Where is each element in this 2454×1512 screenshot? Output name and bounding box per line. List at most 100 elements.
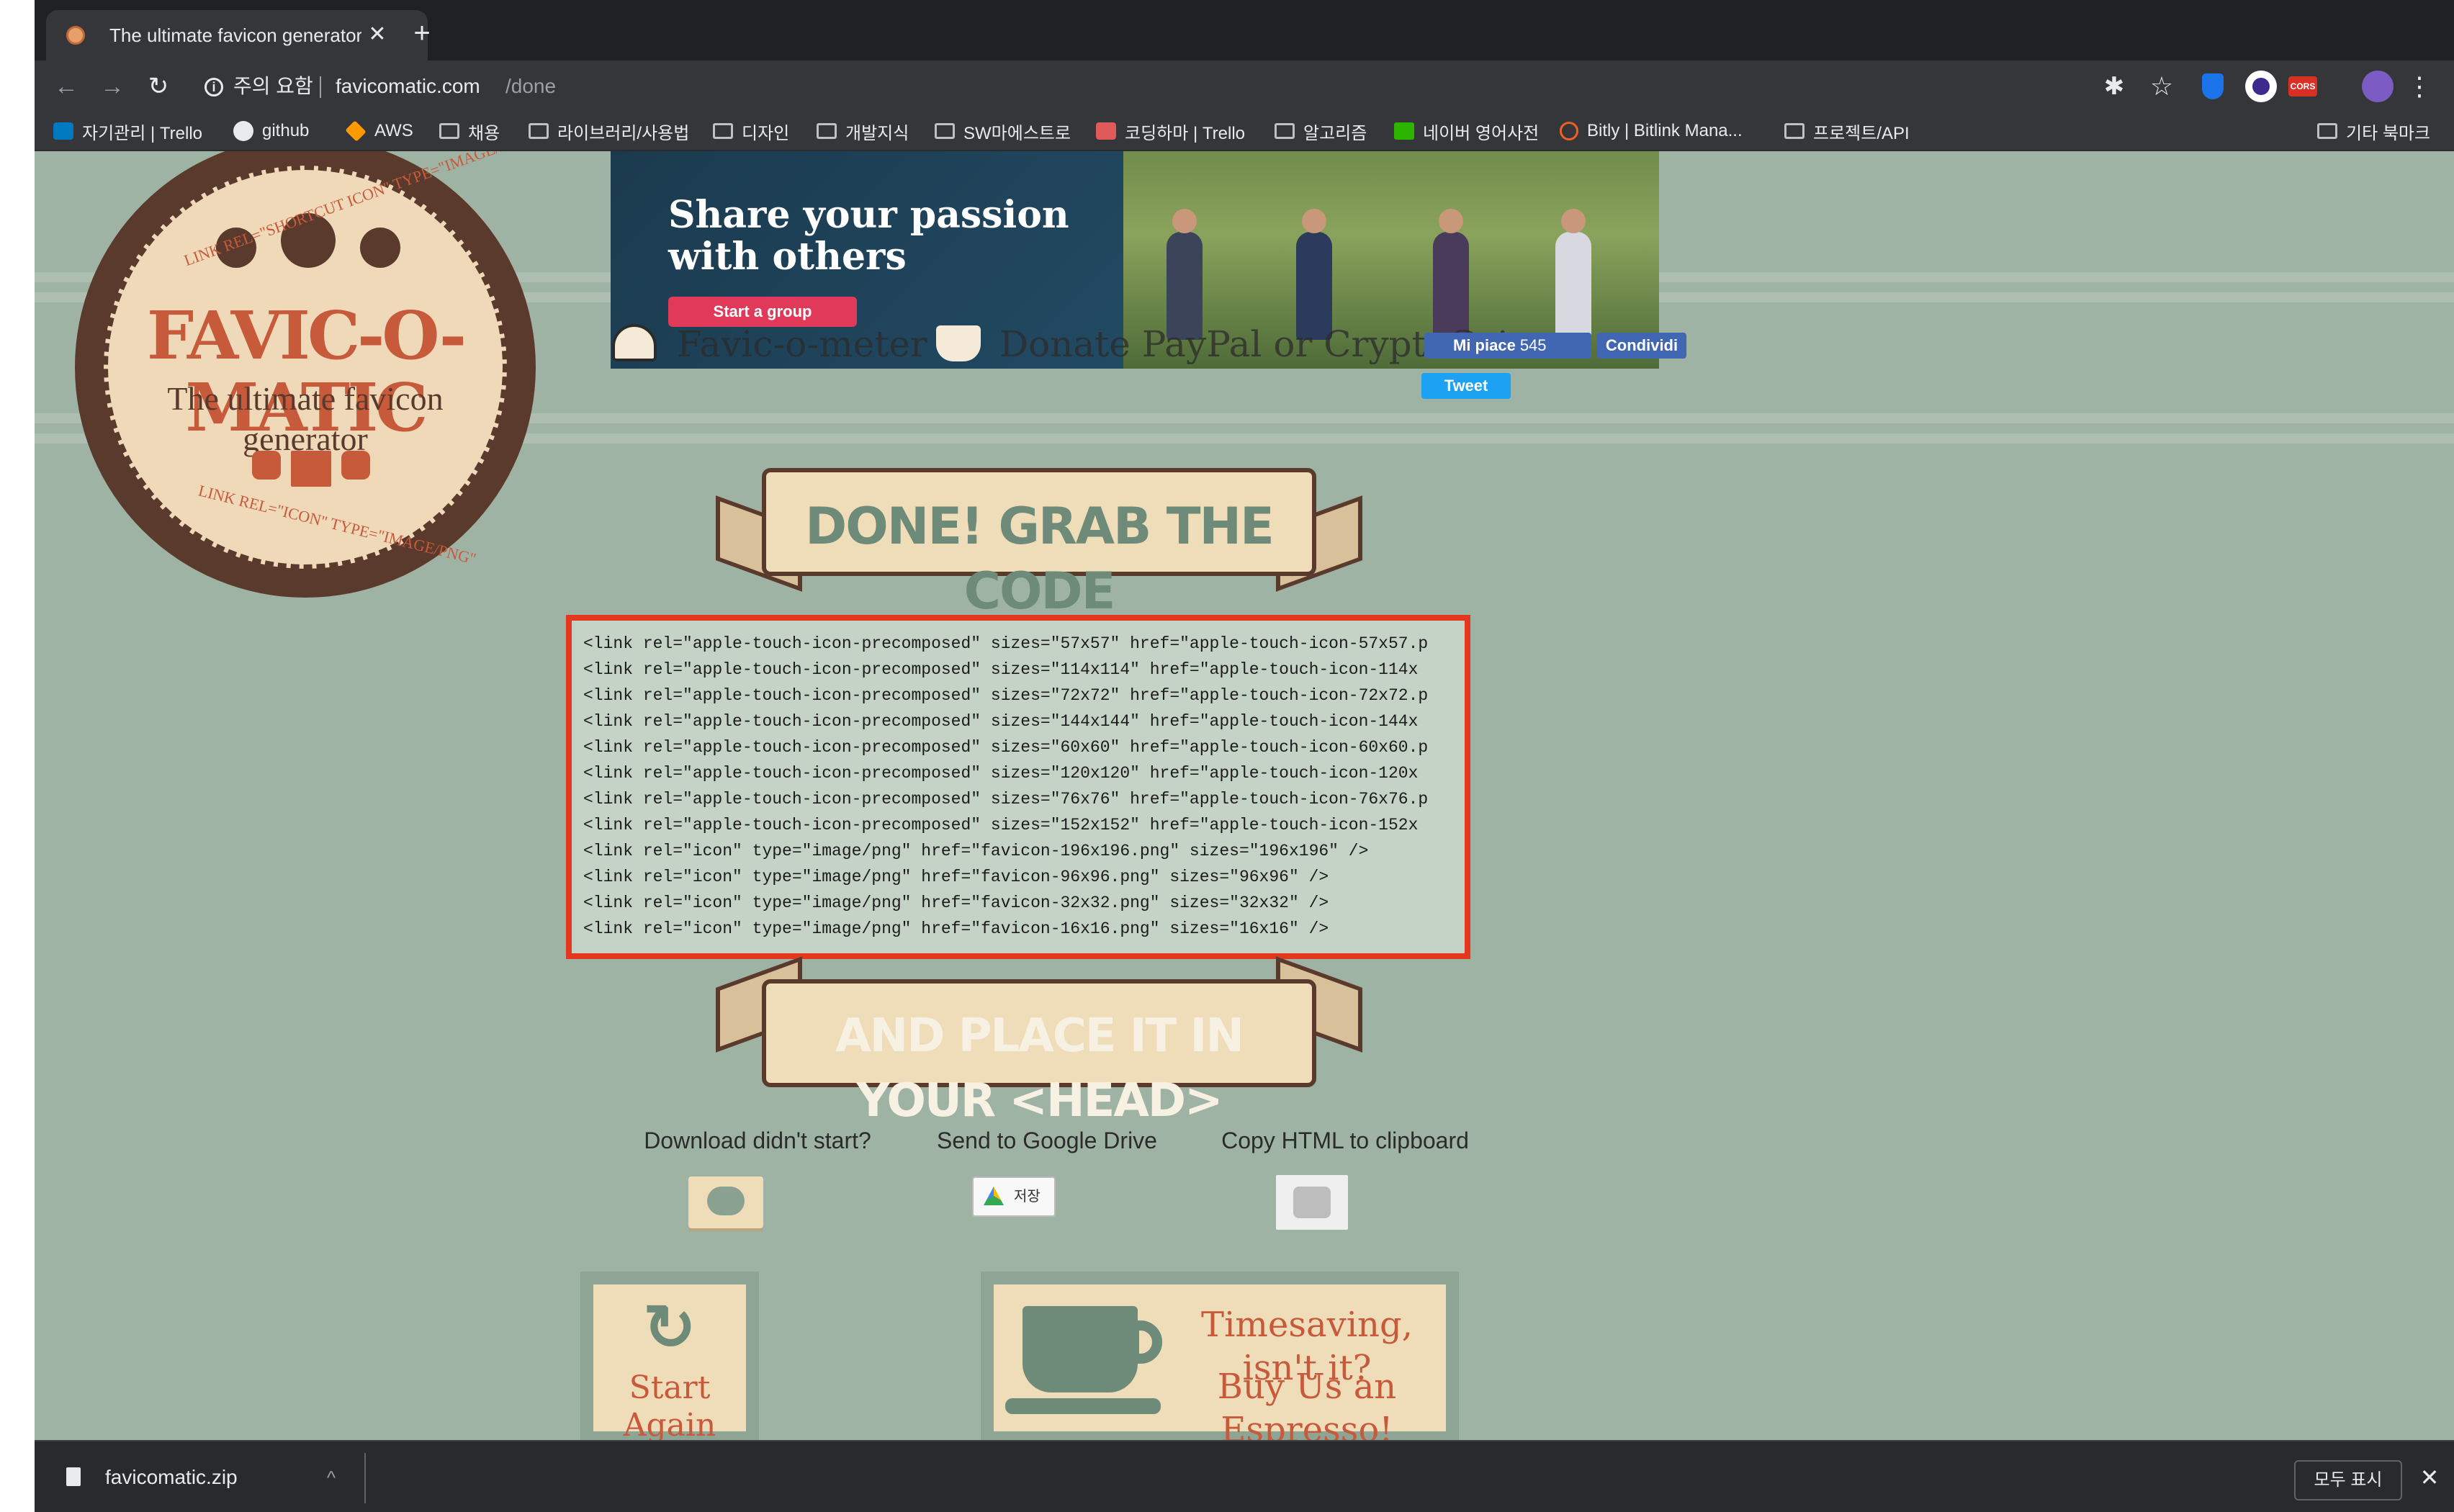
tab-favicon-icon	[66, 26, 85, 45]
copy-label: Copy HTML to clipboard	[1221, 1128, 1469, 1153]
url-path[interactable]: /done	[505, 73, 556, 99]
ad-figure-head	[1439, 209, 1463, 233]
code-line: <link rel="icon" type="image/png" href="…	[583, 842, 1369, 860]
folder-icon	[529, 123, 549, 139]
navigation-bar: ← → ↻ i 주의 요함 favicomatic.com /done ✱ ☆ …	[35, 60, 2454, 111]
extension-circle-icon[interactable]	[2245, 71, 2277, 102]
folder-icon	[1784, 123, 1804, 139]
extension-puzzle-icon[interactable]: ✱	[2098, 71, 2130, 102]
bookmark-item[interactable]: 채용	[439, 118, 500, 144]
bookmark-star-icon[interactable]: ☆	[2146, 71, 2177, 102]
bookmark-item[interactable]: 프로젝트/API	[1784, 118, 1910, 144]
hippo-icon	[1096, 122, 1116, 140]
folder-icon	[2317, 123, 2337, 139]
bookmark-label: 채용	[468, 123, 500, 143]
espresso-card: Timesaving, isn't it? Buy Us an Espresso…	[994, 1284, 1446, 1440]
close-icon[interactable]: ✕	[2415, 1463, 2444, 1492]
new-tab-button[interactable]: +	[406, 19, 438, 50]
facebook-like-button[interactable]: Mi piace 545	[1424, 333, 1591, 359]
show-all-button[interactable]: 모두 표시	[2294, 1460, 2402, 1500]
code-line: <link rel="apple-touch-icon-precomposed"…	[583, 712, 1419, 731]
bookmark-label: 개발지식	[845, 123, 909, 143]
menu-dots-icon[interactable]: ⋮	[2404, 71, 2435, 102]
chevron-up-icon[interactable]: ^	[317, 1463, 346, 1492]
code-line: <link rel="apple-touch-icon-precomposed"…	[583, 660, 1419, 679]
shield-extension-icon[interactable]	[2202, 73, 2224, 99]
bookmark-label: 기타 북마크	[2346, 123, 2431, 143]
address-bar[interactable]: i 주의 요함 favicomatic.com /done	[192, 66, 2121, 107]
tab-strip: The ultimate favicon generator ✕ +	[35, 0, 2454, 60]
coffee-cup-icon	[1022, 1306, 1138, 1392]
back-button[interactable]: ←	[50, 71, 82, 102]
bookmark-item[interactable]: 알고리즘	[1275, 118, 1367, 144]
generated-code-box[interactable]: <link rel="apple-touch-icon-precomposed"…	[566, 615, 1470, 959]
bookmark-item[interactable]: AWS	[345, 118, 413, 144]
meter-label[interactable]: Favic-o-meter	[677, 323, 927, 366]
bookmark-item[interactable]: Bitly | Bitlink Mana...	[1560, 118, 1743, 144]
bookmark-item[interactable]: 라이브러리/사용법	[529, 118, 689, 144]
google-drive-save-button[interactable]: 저장	[972, 1176, 1056, 1217]
bookmark-label: 알고리즘	[1303, 123, 1367, 143]
code-line: <link rel="apple-touch-icon-precomposed"…	[583, 816, 1419, 834]
refresh-icon: ↻	[643, 1292, 696, 1363]
head-ribbon: AND PLACE IT IN YOUR <HEAD>	[762, 979, 1316, 1128]
tab-favicomatic[interactable]: The ultimate favicon generator ✕	[46, 10, 428, 60]
start-again-button[interactable]: ↻ Start Again	[580, 1272, 759, 1440]
other-bookmarks[interactable]: 기타 북마크	[2317, 118, 2430, 144]
bookmark-item[interactable]: 네이버 영어사전	[1394, 118, 1539, 144]
logo-arc-bottom: LINK REL="ICON" TYPE="IMAGE/PNG"	[196, 481, 478, 568]
done-heading: DONE! GRAB THE CODE	[805, 497, 1275, 621]
bookmark-item[interactable]: SW마에스트로	[935, 118, 1071, 144]
facebook-share-button[interactable]: Condividi	[1597, 333, 1686, 359]
gauge-icon[interactable]	[612, 324, 657, 361]
tweet-button[interactable]: Tweet	[1421, 373, 1511, 399]
bookmark-label: Bitly | Bitlink Mana...	[1587, 121, 1743, 140]
folder-icon	[713, 123, 733, 139]
forward-button[interactable]: →	[96, 71, 128, 102]
code-line: <link rel="icon" type="image/png" href="…	[583, 919, 1329, 938]
ad-figure-head	[1172, 209, 1197, 233]
left-margin	[0, 0, 35, 1512]
cors-extension-icon[interactable]: CORS	[2288, 76, 2317, 96]
bookmark-label: 자기관리 | Trello	[82, 123, 203, 143]
url-host[interactable]: favicomatic.com	[336, 73, 480, 99]
copy-to-clipboard-button[interactable]	[1276, 1175, 1348, 1230]
ad-figure-head	[1302, 209, 1326, 233]
download-label: Download didn't start?	[644, 1128, 871, 1153]
security-status[interactable]: 주의 요함	[233, 73, 313, 99]
saucer	[1005, 1398, 1161, 1414]
code-line: <link rel="apple-touch-icon-precomposed"…	[583, 634, 1429, 653]
folder-icon	[817, 123, 837, 139]
start-again-card: ↻ Start Again	[593, 1284, 746, 1440]
google-drive-icon	[984, 1187, 1004, 1205]
bookmark-item[interactable]: github	[233, 118, 309, 144]
code-line: <link rel="apple-touch-icon-precomposed"…	[583, 790, 1429, 809]
bitly-icon	[1560, 122, 1578, 140]
coffee-cup-icon[interactable]	[936, 325, 981, 361]
omnibox-divider	[320, 76, 321, 98]
download-button[interactable]	[688, 1176, 763, 1228]
code-line: <link rel="icon" type="image/png" href="…	[583, 868, 1329, 886]
trello-icon	[53, 122, 73, 140]
drive-save-label: 저장	[1014, 1189, 1041, 1205]
ad-figure-head	[1561, 209, 1586, 233]
start-again-label: Start Again	[623, 1369, 716, 1440]
code-line: <link rel="apple-touch-icon-precomposed"…	[583, 738, 1429, 757]
reload-button[interactable]: ↻	[143, 71, 174, 102]
bookmark-label: 라이브러리/사용법	[557, 123, 690, 143]
bookmark-label: 네이버 영어사전	[1423, 123, 1540, 143]
favicomatic-logo[interactable]: FAVIC-O-MATIC The ultimate favicon gener…	[75, 151, 559, 598]
bookmark-item[interactable]: 개발지식	[817, 118, 909, 144]
naver-icon	[1394, 122, 1414, 140]
bookmark-item[interactable]: 디자인	[713, 118, 789, 144]
tab-close-icon[interactable]: ✕	[363, 20, 392, 49]
bookmark-item[interactable]: 자기관리 | Trello	[53, 118, 202, 144]
buy-espresso-button[interactable]: Timesaving, isn't it? Buy Us an Espresso…	[981, 1272, 1459, 1440]
espresso-cta: Buy Us an Espresso!	[1217, 1367, 1397, 1440]
profile-avatar[interactable]	[2362, 71, 2394, 102]
bookmark-item[interactable]: 코딩하마 | Trello	[1096, 118, 1245, 144]
download-filename[interactable]: favicomatic.zip	[105, 1464, 238, 1490]
info-icon[interactable]: i	[204, 78, 223, 96]
ad-title: Share your passion with others	[668, 193, 1069, 279]
bookmark-label: SW마에스트로	[963, 123, 1071, 143]
